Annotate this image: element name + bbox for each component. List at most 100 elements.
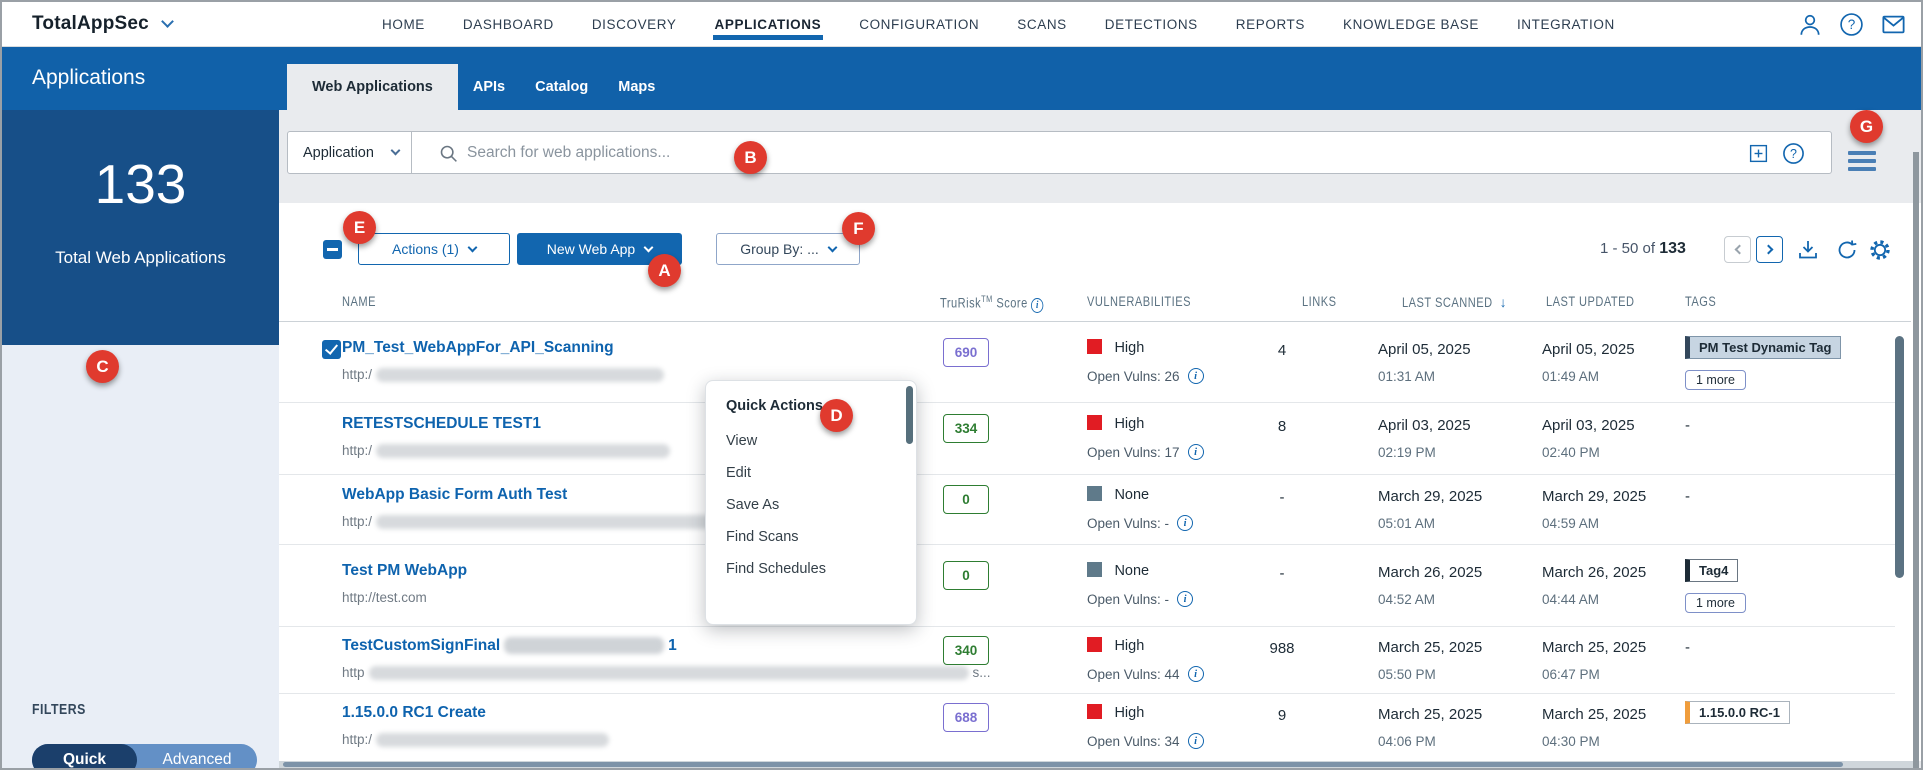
search-category-select[interactable]: Application (287, 131, 412, 174)
open-vulns-info-icon[interactable]: i (1177, 591, 1194, 607)
refresh-icon[interactable] (1835, 238, 1859, 262)
user-icon[interactable] (1796, 11, 1823, 38)
column-header-last-scanned[interactable]: LAST SCANNED ↓ (1402, 294, 1530, 310)
open-vulns-info-icon[interactable]: i (1187, 368, 1204, 384)
menu-item-find-scans[interactable]: Find Scans (706, 521, 916, 553)
trurisk-score-badge[interactable]: 0 (943, 485, 989, 514)
severity-label: High (1114, 340, 1145, 356)
tags-empty: - (1685, 639, 1690, 656)
more-tags-button[interactable]: 1 more (1685, 593, 1746, 613)
column-header-trurisk[interactable]: TruRiskTM Score i (940, 294, 1066, 313)
table-row: PM_Test_WebAppFor_API_Scanning http:/690 … (279, 322, 1895, 403)
filter-toggle-advanced[interactable]: Advanced (137, 744, 257, 768)
nav-item-integration[interactable]: INTEGRATION (1517, 2, 1615, 47)
open-vulns-cell: Open Vulns: - i (1087, 591, 1194, 607)
severity-label: None (1114, 487, 1150, 503)
tab-apis[interactable]: APIs (458, 64, 520, 110)
tag-chip[interactable]: 1.15.0.0 RC-1 (1685, 701, 1790, 724)
last-scanned-date: April 05, 2025 (1378, 341, 1471, 358)
webapp-name-link[interactable]: 1.15.0.0 RC1 Create (342, 704, 486, 721)
gear-icon[interactable] (1868, 238, 1892, 262)
open-vulns-info-icon[interactable]: i (1187, 666, 1204, 682)
menu-item-save-as[interactable]: Save As (706, 489, 916, 521)
open-vulns-text: Open Vulns: 34 (1087, 733, 1180, 749)
add-criteria-icon[interactable] (1748, 143, 1769, 164)
help-icon[interactable]: ? (1838, 11, 1865, 38)
nav-item-reports[interactable]: REPORTS (1236, 2, 1305, 47)
row-checkbox[interactable] (322, 340, 341, 359)
menu-item-edit[interactable]: Edit (706, 457, 916, 489)
menu-item-find-schedules[interactable]: Find Schedules (706, 553, 916, 585)
search-input[interactable] (467, 133, 1617, 172)
tab-web-applications[interactable]: Web Applications (287, 64, 458, 110)
nav-item-scans[interactable]: SCANS (1017, 2, 1067, 47)
trurisk-score-badge[interactable]: 340 (943, 636, 989, 665)
product-logo[interactable]: TotalAppSec (32, 13, 174, 35)
nav-item-configuration[interactable]: CONFIGURATION (859, 2, 979, 47)
trurisk-score-badge[interactable]: 0 (943, 561, 989, 590)
webapp-name-cell: TestCustomSignFinal 1 (342, 637, 677, 655)
webapp-name-link[interactable]: Test PM WebApp (342, 562, 467, 579)
table-row: TestCustomSignFinal 1 http s... 340 High Open… (279, 627, 1895, 694)
tag-chip[interactable]: PM Test Dynamic Tag (1685, 336, 1842, 359)
links-count: 4 (1277, 342, 1287, 359)
trurisk-score-badge[interactable]: 334 (943, 414, 989, 443)
menu-item-view[interactable]: View (706, 425, 916, 457)
column-header-tags[interactable]: TAGS (1685, 294, 1723, 309)
search-category-value: Application (303, 144, 374, 161)
select-all-checkbox[interactable] (323, 240, 342, 259)
group-by-dropdown[interactable]: Group By: ... (716, 233, 860, 265)
tools-menu-icon[interactable] (1848, 151, 1876, 173)
filter-mode-toggle[interactable]: Quick Advanced (32, 744, 257, 768)
webapp-url: http:/ (342, 514, 720, 530)
product-logo-label: TotalAppSec (32, 13, 149, 34)
tab-maps[interactable]: Maps (603, 64, 670, 110)
webapp-name-link[interactable]: PM_Test_WebAppFor_API_Scanning (342, 339, 614, 356)
menu-scrollbar[interactable] (906, 386, 913, 444)
open-vulns-text: Open Vulns: 44 (1087, 666, 1180, 682)
last-scanned-time: 01:31 AM (1378, 369, 1436, 384)
column-header-name[interactable]: NAME (342, 294, 383, 309)
actions-button[interactable]: Actions (1) (358, 233, 510, 265)
open-vulns-info-icon[interactable]: i (1187, 444, 1204, 460)
nav-item-knowledge-base[interactable]: KNOWLEDGE BASE (1343, 2, 1479, 47)
column-header-last-updated[interactable]: LAST UPDATED (1546, 294, 1654, 309)
last-updated-date: March 26, 2025 (1542, 564, 1647, 581)
nav-item-applications[interactable]: APPLICATIONS (712, 2, 823, 47)
webapp-name-link[interactable]: TestCustomSignFinal (342, 637, 500, 654)
previous-page-button[interactable] (1724, 236, 1751, 263)
open-vulns-info-icon[interactable]: i (1177, 515, 1194, 531)
tags-empty: - (1685, 488, 1690, 505)
last-updated-date: March 25, 2025 (1542, 639, 1647, 656)
column-header-vulnerabilities[interactable]: VULNERABILITIES (1087, 294, 1214, 309)
webapp-name-link[interactable]: RETESTSCHEDULE TEST1 (342, 415, 541, 432)
trurisk-score-badge[interactable]: 688 (943, 703, 989, 732)
trurisk-score-badge[interactable]: 690 (943, 338, 989, 367)
tab-catalog[interactable]: Catalog (520, 64, 603, 110)
last-updated-date: April 03, 2025 (1542, 417, 1635, 434)
nav-item-detections[interactable]: DETECTIONS (1105, 2, 1198, 47)
search-icon (438, 143, 459, 164)
tag-chip[interactable]: Tag4 (1685, 559, 1739, 582)
more-tags-button[interactable]: 1 more (1685, 370, 1746, 390)
nav-item-discovery[interactable]: DISCOVERY (592, 2, 677, 47)
column-header-links[interactable]: LINKS (1302, 294, 1344, 309)
mail-icon[interactable] (1880, 11, 1907, 38)
next-page-button[interactable] (1756, 236, 1783, 263)
last-scanned-time: 05:50 PM (1378, 667, 1436, 682)
table-vertical-scrollbar[interactable] (1895, 336, 1904, 578)
table-horizontal-scrollbar[interactable] (283, 762, 1843, 767)
quick-actions-menu-title: Quick Actions (726, 398, 823, 414)
trurisk-info-icon[interactable]: i (1031, 297, 1044, 313)
search-help-icon[interactable]: ? (1782, 142, 1805, 165)
nav-item-dashboard[interactable]: DASHBOARD (463, 2, 554, 47)
nav-item-home[interactable]: HOME (382, 2, 425, 47)
download-icon[interactable] (1796, 238, 1820, 262)
last-scanned-date: March 26, 2025 (1378, 564, 1483, 581)
open-vulns-text: Open Vulns: 17 (1087, 444, 1180, 460)
severity-color-swatch (1087, 486, 1102, 501)
filter-toggle-quick[interactable]: Quick (32, 744, 137, 768)
filters-panel: FILTERS Quick Advanced BY SECURITY RISK5… (2, 345, 279, 768)
open-vulns-info-icon[interactable]: i (1187, 733, 1204, 749)
webapp-name-link[interactable]: WebApp Basic Form Auth Test (342, 486, 567, 503)
